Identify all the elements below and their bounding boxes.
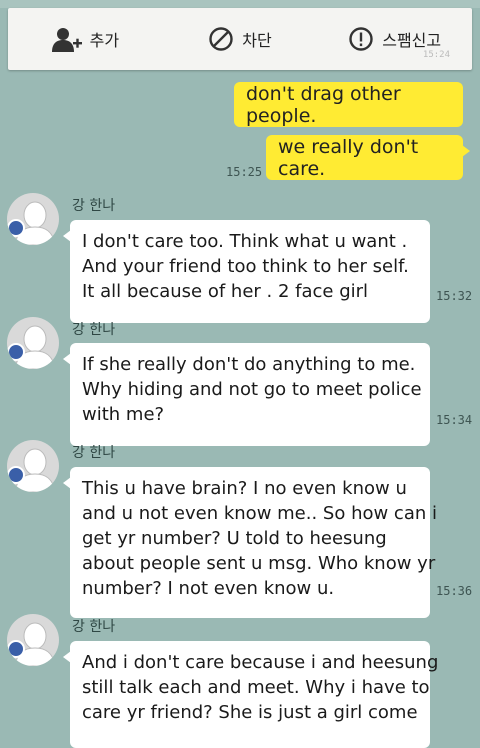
globe-badge-icon bbox=[7, 466, 25, 484]
received-message-bubble[interactable]: And i don't care because i and heesung s… bbox=[63, 641, 439, 748]
sender-name: 강 한나 bbox=[72, 445, 116, 461]
message-line: care yr friend? She is just a girl come bbox=[82, 702, 418, 723]
profile-avatar[interactable] bbox=[7, 193, 59, 245]
previous-content-strip bbox=[0, 0, 480, 8]
block-button[interactable]: 차단 bbox=[163, 8, 318, 70]
message-line: and u not even know me.. So how can i bbox=[82, 503, 437, 524]
message-time: 15:32 bbox=[436, 289, 473, 303]
message-line: about people sent u msg. Who know yr bbox=[82, 553, 436, 574]
message-line: If she really don't do anything to me. bbox=[82, 354, 416, 375]
message-time: 15:25 bbox=[226, 165, 263, 179]
received-message-bubble[interactable]: If she really don't do anything to me. W… bbox=[63, 343, 430, 446]
report-spam-label: 스팸신고 bbox=[382, 31, 442, 50]
message-line: with me? bbox=[82, 404, 165, 425]
obscured-timestamp: 15:24 bbox=[422, 50, 450, 60]
message-time: 15:34 bbox=[436, 413, 473, 427]
sent-message-bubble[interactable]: we really don't care. bbox=[266, 135, 470, 180]
profile-avatar[interactable] bbox=[7, 614, 59, 666]
message-line: Why hiding and not go to meet police bbox=[82, 379, 422, 400]
message-line: This u have brain? I no even know u bbox=[82, 478, 407, 499]
sent-message-bubble[interactable]: don't drag other people. bbox=[234, 82, 463, 127]
block-icon bbox=[208, 26, 234, 52]
add-friend-button[interactable]: 추가 bbox=[8, 8, 163, 70]
message-time: 15:36 bbox=[436, 584, 473, 598]
message-text: we really don't care. bbox=[278, 135, 419, 180]
globe-badge-icon bbox=[7, 343, 25, 361]
message-line: It all because of her . 2 face girl bbox=[82, 281, 369, 302]
stranger-action-bar: 추가 차단 스팸신고 bbox=[8, 8, 472, 70]
sender-name: 강 한나 bbox=[72, 619, 116, 635]
message-line: get yr number? U told to heesung bbox=[82, 528, 387, 549]
report-spam-button[interactable]: 스팸신고 bbox=[317, 8, 472, 70]
globe-badge-icon bbox=[7, 219, 25, 237]
message-line: And i don't care because i and heesung bbox=[82, 652, 439, 673]
received-message-bubble[interactable]: I don't care too. Think what u want . An… bbox=[63, 220, 430, 323]
message-line: still talk each and meet. Why i have to bbox=[82, 677, 430, 698]
profile-avatar[interactable] bbox=[7, 317, 59, 369]
alert-icon bbox=[348, 26, 374, 52]
message-line: I don't care too. Think what u want . bbox=[82, 231, 408, 252]
add-friend-icon bbox=[51, 26, 82, 52]
profile-avatar[interactable] bbox=[7, 440, 59, 492]
add-friend-label: 추가 bbox=[89, 31, 120, 50]
block-label: 차단 bbox=[242, 31, 272, 50]
message-line: number? I not even know u. bbox=[82, 578, 335, 599]
globe-badge-icon bbox=[7, 640, 25, 658]
sender-name: 강 한나 bbox=[72, 198, 116, 214]
message-text: don't drag other people. bbox=[246, 82, 401, 127]
message-line: And your friend too think to her self. bbox=[82, 256, 409, 277]
received-message-bubble[interactable]: This u have brain? I no even know u and … bbox=[63, 467, 437, 618]
sender-name: 강 한나 bbox=[72, 322, 116, 338]
